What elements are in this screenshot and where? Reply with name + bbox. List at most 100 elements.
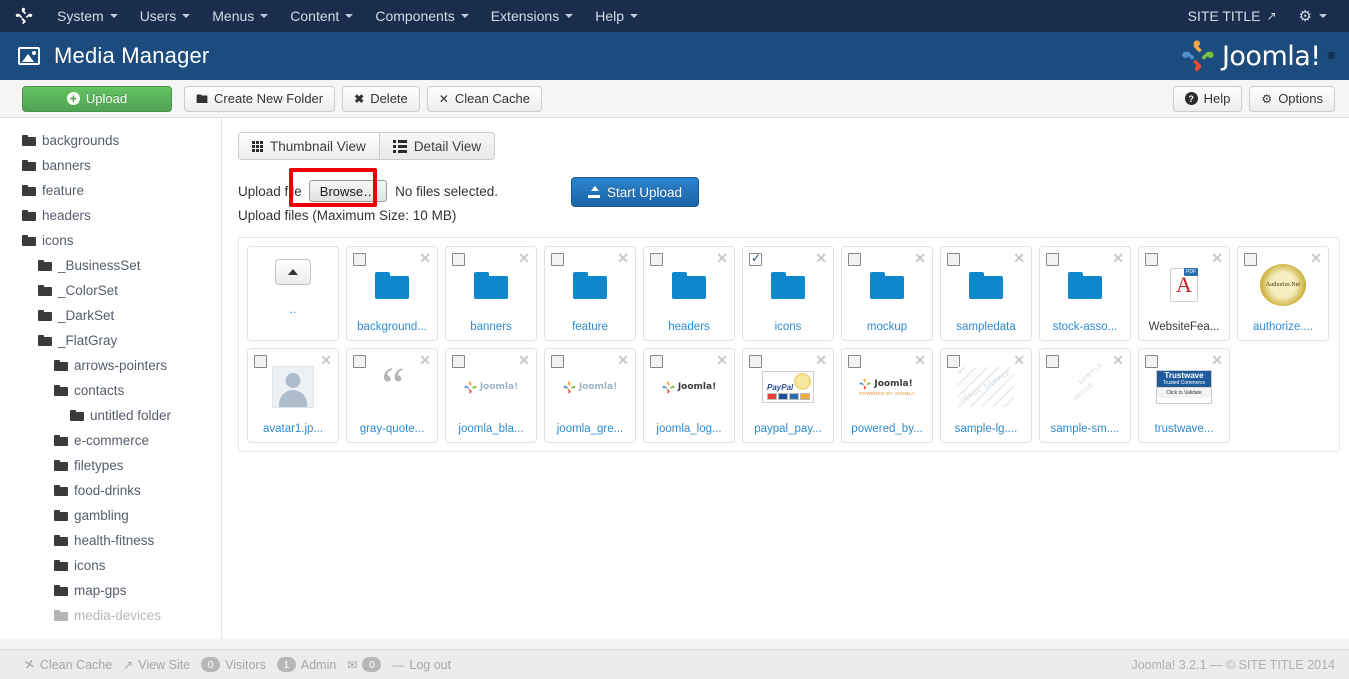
menu-item-components[interactable]: Components bbox=[364, 2, 479, 30]
close-icon[interactable]: ✕ bbox=[518, 251, 530, 265]
tree-item-feature[interactable]: feature bbox=[0, 178, 221, 203]
tree-item-untitled-folder[interactable]: untitled folder bbox=[0, 403, 221, 428]
close-icon[interactable]: ✕ bbox=[518, 353, 530, 367]
file-select-checkbox[interactable] bbox=[1145, 355, 1158, 368]
file-tile[interactable]: ✕ Joomla! joomla_gre... bbox=[544, 348, 636, 443]
file-tile[interactable]: ✕ Trustwave Trusted Commerce Click to Valid… bbox=[1138, 348, 1230, 443]
tree-item-contacts[interactable]: contacts bbox=[0, 378, 221, 403]
file-tile[interactable]: ✕ Authorize.Net authorize.... bbox=[1237, 246, 1329, 341]
file-select-checkbox[interactable] bbox=[1046, 253, 1059, 266]
tree-item-gambling[interactable]: gambling bbox=[0, 503, 221, 528]
close-icon[interactable]: ✕ bbox=[1211, 251, 1223, 265]
close-icon[interactable]: ✕ bbox=[419, 353, 431, 367]
close-icon[interactable]: ✕ bbox=[1211, 353, 1223, 367]
options-button[interactable]: ⚙ Options bbox=[1249, 85, 1335, 112]
tree-item-banners[interactable]: banners bbox=[0, 153, 221, 178]
menu-item-users[interactable]: Users bbox=[129, 2, 202, 30]
tree-item-businessset[interactable]: _BusinessSet bbox=[0, 253, 221, 278]
file-tile[interactable]: ✕ “ gray-quote... bbox=[346, 348, 438, 443]
status-view-site[interactable]: ↗ View Site bbox=[123, 658, 190, 672]
file-select-checkbox[interactable] bbox=[650, 355, 663, 368]
close-icon[interactable]: ✕ bbox=[1013, 353, 1025, 367]
file-select-checkbox[interactable] bbox=[254, 355, 267, 368]
close-icon[interactable]: ✕ bbox=[716, 353, 728, 367]
tree-item-flatgray[interactable]: _FlatGray bbox=[0, 328, 221, 353]
file-select-checkbox[interactable] bbox=[551, 253, 564, 266]
joomla-mark-icon[interactable] bbox=[14, 6, 34, 26]
file-select-checkbox[interactable] bbox=[353, 355, 366, 368]
file-tile[interactable]: ✕ Joomla! joomla_bla... bbox=[445, 348, 537, 443]
file-select-checkbox[interactable] bbox=[452, 253, 465, 266]
tab-thumbnail-view[interactable]: Thumbnail View bbox=[238, 132, 380, 160]
site-title-link[interactable]: SITE TITLE ↗ bbox=[1180, 2, 1285, 30]
start-upload-button[interactable]: Start Upload bbox=[570, 177, 700, 207]
tree-item-filetypes[interactable]: filetypes bbox=[0, 453, 221, 478]
file-tile[interactable]: ✕ PayPal paypal_pay... bbox=[742, 348, 834, 443]
user-settings-menu[interactable]: ⚙ bbox=[1289, 3, 1337, 30]
tree-item-e-commerce[interactable]: e-commerce bbox=[0, 428, 221, 453]
file-select-checkbox[interactable] bbox=[947, 253, 960, 266]
file-select-checkbox[interactable] bbox=[1046, 355, 1059, 368]
tree-item-food-drinks[interactable]: food-drinks bbox=[0, 478, 221, 503]
file-tile[interactable]: ✕ banners bbox=[445, 246, 537, 341]
clean-cache-button[interactable]: ✕ Clean Cache bbox=[426, 85, 542, 112]
close-icon[interactable]: ✕ bbox=[617, 353, 629, 367]
file-tile[interactable]: ✕ background... bbox=[346, 246, 438, 341]
help-button[interactable]: ? Help bbox=[1172, 85, 1243, 112]
upload-button[interactable]: + Upload bbox=[22, 85, 172, 112]
tree-item-icons[interactable]: icons bbox=[0, 553, 221, 578]
up-one-level-button[interactable] bbox=[275, 259, 311, 285]
file-tile[interactable]: ✕ SAMPLE IMAGE sample-sm.... bbox=[1039, 348, 1131, 443]
menu-item-help[interactable]: Help bbox=[584, 2, 649, 30]
status-messages[interactable]: ✉ 0 bbox=[347, 657, 382, 672]
file-select-checkbox[interactable] bbox=[650, 253, 663, 266]
tree-item-colorset[interactable]: _ColorSet bbox=[0, 278, 221, 303]
file-tile[interactable]: ✕ avatar1.jp... bbox=[247, 348, 339, 443]
status-admin[interactable]: 1 Admin bbox=[276, 657, 336, 672]
folder-tree-sidebar[interactable]: backgrounds banners feature headers icons _Bu… bbox=[0, 118, 222, 639]
create-new-folder-button[interactable]: 🖿 Create New Folder bbox=[184, 85, 336, 112]
browse-button[interactable]: Browse… bbox=[308, 180, 388, 202]
status-logout[interactable]: — Log out bbox=[392, 658, 451, 672]
file-tile[interactable]: ✕ feature bbox=[544, 246, 636, 341]
tree-item-map-gps[interactable]: map-gps bbox=[0, 578, 221, 603]
close-icon[interactable]: ✕ bbox=[419, 251, 431, 265]
file-select-checkbox[interactable] bbox=[452, 355, 465, 368]
tree-item-darkset[interactable]: _DarkSet bbox=[0, 303, 221, 328]
tree-item-icons[interactable]: icons bbox=[0, 228, 221, 253]
menu-item-menus[interactable]: Menus bbox=[201, 2, 279, 30]
file-tile[interactable]: ✕ icons bbox=[742, 246, 834, 341]
file-tile[interactable]: ✕ mockup bbox=[841, 246, 933, 341]
file-select-checkbox[interactable] bbox=[749, 355, 762, 368]
close-icon[interactable]: ✕ bbox=[815, 251, 827, 265]
close-icon[interactable]: ✕ bbox=[716, 251, 728, 265]
file-select-checkbox[interactable] bbox=[353, 253, 366, 266]
file-tile[interactable]: ✕ sampledata bbox=[940, 246, 1032, 341]
file-tile[interactable]: ✕ Joomla! joomla_log... bbox=[643, 348, 735, 443]
file-select-checkbox[interactable] bbox=[848, 355, 861, 368]
close-icon[interactable]: ✕ bbox=[914, 353, 926, 367]
tree-item-arrows-pointers[interactable]: arrows-pointers bbox=[0, 353, 221, 378]
file-select-checkbox[interactable] bbox=[1244, 253, 1257, 266]
tree-item-headers[interactable]: headers bbox=[0, 203, 221, 228]
file-select-checkbox[interactable] bbox=[1145, 253, 1158, 266]
tree-item-health-fitness[interactable]: health-fitness bbox=[0, 528, 221, 553]
menu-item-extensions[interactable]: Extensions bbox=[480, 2, 584, 30]
close-icon[interactable]: ✕ bbox=[1112, 251, 1124, 265]
file-select-checkbox[interactable] bbox=[551, 355, 564, 368]
menu-item-content[interactable]: Content bbox=[279, 2, 364, 30]
parent-folder-tile[interactable]: .. bbox=[247, 246, 339, 341]
close-icon[interactable]: ✕ bbox=[320, 353, 332, 367]
file-tile[interactable]: ✕ Joomla! POWERED BY JOOMLA powered_by... bbox=[841, 348, 933, 443]
file-tile[interactable]: ✕ PDF A WebsiteFea... bbox=[1138, 246, 1230, 341]
tree-item-media-devices[interactable]: media-devices bbox=[0, 603, 221, 628]
tab-detail-view[interactable]: Detail View bbox=[379, 132, 496, 160]
file-select-checkbox[interactable] bbox=[749, 251, 762, 266]
close-icon[interactable]: ✕ bbox=[617, 251, 629, 265]
tree-item-backgrounds[interactable]: backgrounds bbox=[0, 128, 221, 153]
status-visitors[interactable]: 0 Visitors bbox=[201, 657, 266, 672]
delete-button[interactable]: ✖ Delete bbox=[342, 85, 420, 112]
file-select-checkbox[interactable] bbox=[848, 253, 861, 266]
close-icon[interactable]: ✕ bbox=[1310, 251, 1322, 265]
file-tile[interactable]: ✕ stock-asso... bbox=[1039, 246, 1131, 341]
